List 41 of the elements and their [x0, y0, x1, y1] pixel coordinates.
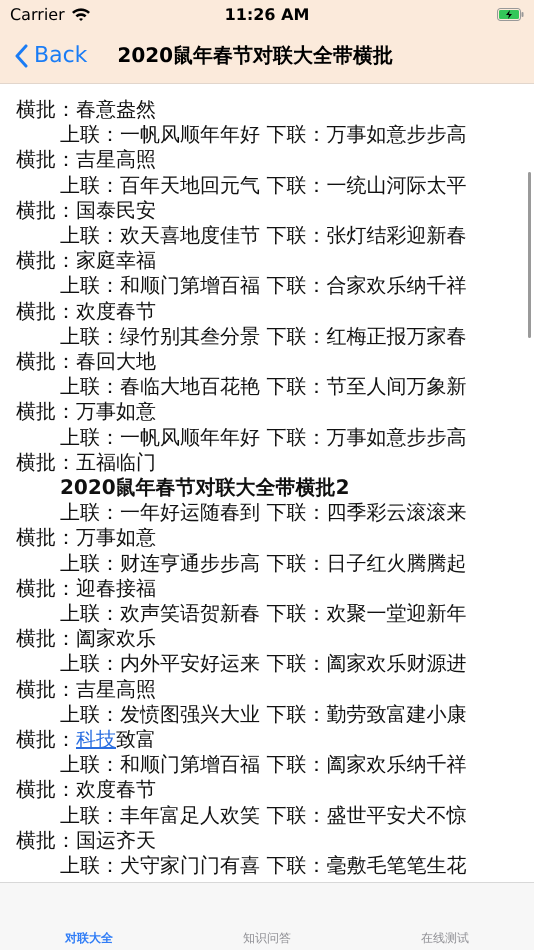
tab[interactable]: 在线测试	[421, 930, 469, 947]
banner-text: 横批：五福临门	[16, 450, 157, 476]
couplet-text: 上联：财连亨通步步高 下联：日子红火腾腾起	[59, 550, 468, 576]
couplet-text: 上联：一年好运随春到 下联：四季彩云滚滚来	[59, 500, 468, 526]
couplet-text: 上联：一帆风顺年年好 下联：万事如意步步高	[59, 122, 468, 148]
banner-text: 横批：春回大地	[16, 349, 157, 374]
banner-text: 横批：国运齐天	[16, 828, 157, 854]
couplet-text: 上联：百年天地回元气 下联：一统山河际太平	[59, 172, 468, 198]
banner-text: 横批：国泰民安	[16, 198, 157, 224]
banner-text: 横批：欢度春节	[16, 298, 157, 324]
couplet-text: 上联：和顺门第增百福 下联：阖家欢乐纳千祥	[59, 752, 468, 778]
tab[interactable]: 对联大全	[65, 930, 113, 947]
banner-text: 横批：吉星高照	[16, 147, 157, 173]
tab[interactable]: 知识问答	[243, 930, 291, 947]
banner-text: 横批：吉星高照	[16, 676, 157, 702]
couplet-text: 上联：一帆风顺年年好 下联：万事如意步步高	[59, 424, 468, 450]
couplet-text: 上联：绿竹别其叁分景 下联：红梅正报万家春	[59, 324, 468, 350]
couplet-text: 上联：和顺门第增百福 下联：合家欢乐纳千祥	[59, 273, 468, 299]
section-heading: 2020鼠年春节对联大全带横批2	[59, 475, 351, 500]
banner-text: 横批：欢度春节	[16, 777, 157, 803]
couplet-text: 上联：欢天喜地度佳节 下联：张灯结彩迎新春	[59, 223, 468, 248]
banner-text: 横批：科技致富	[16, 727, 156, 752]
couplet-text: 上联：发愤图强兴大业 下联：勤劳致富建小康	[59, 702, 468, 728]
banner-text: 横批：阖家欢乐	[16, 626, 157, 652]
couplet-text: 上联：丰年富足人欢笑 下联：盛世平安犬不惊	[59, 802, 468, 828]
carrier-label: Carrier	[10, 4, 65, 24]
banner-text: 横批：万事如意	[16, 525, 157, 551]
banner-text: 横批：迎春接福	[16, 576, 157, 602]
wifi-icon	[70, 6, 91, 22]
status-time: 11:26 AM	[224, 4, 310, 24]
banner-text: 横批：家庭幸福	[16, 248, 157, 274]
couplet-text: 上联：春临大地百花艳 下联：节至人间万象新	[59, 374, 468, 400]
banner-text: 横批：万事如意	[16, 399, 157, 425]
couplet-text: 上联：内外平安好运来 下联：阖家欢乐财源进	[59, 651, 468, 677]
page-title: 2020鼠年春节对联大全带横批	[117, 42, 394, 69]
couplet-text: 上联：犬守家门门有喜 下联：毫敷毛笔笔生花	[59, 853, 468, 878]
banner-text: 横批：春意盎然	[16, 97, 157, 122]
keyword-link[interactable]: 科技	[76, 727, 116, 752]
couplet-text: 上联：欢声笑语贺新春 下联：欢聚一堂迎新年	[59, 601, 468, 626]
chevron-left-icon	[14, 44, 28, 68]
back-button[interactable]: Back	[14, 43, 88, 68]
